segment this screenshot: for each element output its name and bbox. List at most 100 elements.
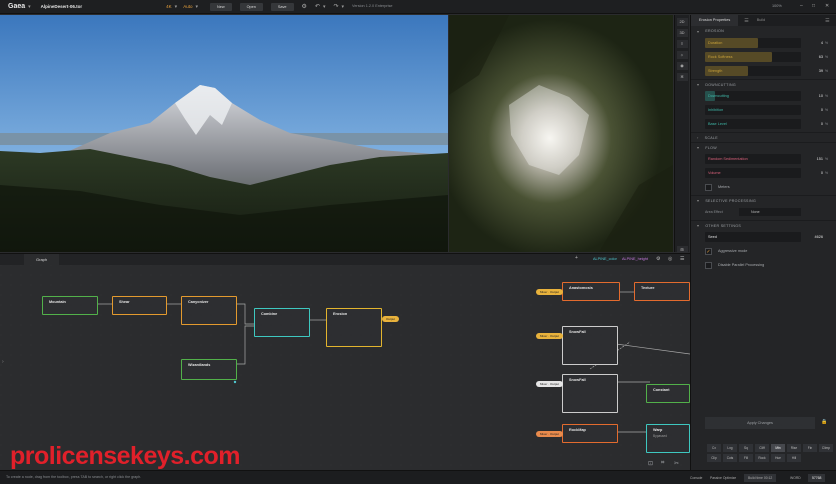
apply-changes-button[interactable]: Apply Changes bbox=[705, 417, 815, 429]
toolbox-button[interactable]: Sq bbox=[739, 444, 753, 452]
chevron-right-icon[interactable]: › bbox=[2, 359, 4, 365]
slider-value[interactable]: 39 bbox=[805, 69, 823, 73]
2d-viewport[interactable] bbox=[449, 15, 673, 252]
toolbox-button[interactable]: Hill bbox=[787, 454, 801, 462]
section-scale[interactable]: › SCALE bbox=[691, 132, 836, 142]
new-button[interactable]: New bbox=[209, 2, 232, 11]
section-erosion[interactable]: ▾ EROSION bbox=[691, 26, 836, 36]
slider-row[interactable]: Random Sedimentation 151% bbox=[705, 153, 831, 165]
slider-row[interactable]: Downcutting 10% bbox=[705, 90, 831, 102]
node-erosion[interactable]: Erosion bbox=[326, 308, 382, 347]
node-snowfall-2[interactable]: SnowFall bbox=[562, 374, 618, 413]
output-tag[interactable]: Mixer · Output bbox=[536, 333, 564, 339]
seed-input[interactable] bbox=[705, 232, 801, 242]
minimize-icon[interactable]: – bbox=[800, 3, 803, 9]
checkbox-row[interactable]: Disable Parallel Processing bbox=[705, 259, 836, 271]
checkbox[interactable] bbox=[705, 261, 712, 269]
auto-select[interactable]: Auto bbox=[183, 4, 192, 9]
node-combine[interactable]: Combine bbox=[254, 308, 310, 337]
meters-checkbox[interactable] bbox=[705, 183, 712, 191]
fit-icon[interactable]: ⊡ bbox=[648, 460, 653, 467]
node-constant[interactable]: Constant bbox=[646, 384, 690, 403]
redo-icon[interactable]: ↷ bbox=[333, 3, 338, 10]
slider-value[interactable]: 0 bbox=[805, 122, 823, 126]
chevron-down-icon[interactable]: ▾ bbox=[28, 4, 31, 10]
zoom-select[interactable]: 100% bbox=[772, 4, 782, 8]
toolbox-button[interactable]: Fin bbox=[803, 444, 817, 452]
area-effect-select[interactable]: None bbox=[739, 208, 801, 216]
toolbox-button[interactable]: Cuts bbox=[723, 454, 737, 462]
checkbox[interactable]: ✓ bbox=[705, 247, 712, 255]
view-3d-button[interactable]: 3D bbox=[676, 29, 688, 37]
node-canyonizer[interactable]: Canyonizer bbox=[181, 296, 237, 325]
toolbox-button[interactable]: Fill bbox=[739, 454, 753, 462]
chevron-down-icon[interactable]: ▾ bbox=[342, 4, 345, 10]
node-graph[interactable]: Graph + ALPINE_color ALPINE_height ⚙ ◎ ☰ bbox=[0, 253, 690, 470]
toolbox-button[interactable]: Climp bbox=[819, 444, 833, 452]
console-button[interactable]: Console bbox=[686, 474, 706, 482]
slider-row[interactable]: Rock Softness 63% bbox=[705, 51, 831, 63]
chevron-down-icon[interactable]: ▾ bbox=[175, 4, 178, 10]
toolbox-button[interactable]: Clip bbox=[707, 454, 721, 462]
slider-row[interactable]: Strength 39% bbox=[705, 65, 831, 77]
output-tag[interactable]: Mixer · Output bbox=[536, 289, 564, 295]
toolbox-button[interactable]: Cliff bbox=[755, 444, 769, 452]
section-other-settings[interactable]: ▾ OTHER SETTINGS bbox=[691, 220, 836, 230]
node-rockmap[interactable]: RockMap bbox=[562, 424, 618, 443]
checkbox-row[interactable]: ✓ Aggressive mode bbox=[705, 245, 836, 257]
seed-field[interactable]: Seed 4626 bbox=[705, 231, 831, 243]
toolbox-button[interactable]: Lxg bbox=[723, 444, 737, 452]
save-button[interactable]: Save bbox=[270, 2, 294, 11]
tab-erosion-properties[interactable]: Erosion Properties bbox=[691, 15, 739, 26]
maximize-icon[interactable]: □ bbox=[812, 3, 815, 9]
app-logo[interactable]: Gaea bbox=[8, 3, 25, 10]
node-mountain[interactable]: Mountain bbox=[42, 296, 98, 315]
slider-value[interactable]: 0 bbox=[805, 171, 823, 175]
section-downcutting[interactable]: ▾ DOWNCUTTING bbox=[691, 79, 836, 89]
node-snowfall-1[interactable]: SnowFall bbox=[562, 326, 618, 365]
layout-icon[interactable]: ⌗ bbox=[661, 460, 664, 467]
toolbox-button[interactable]: Rock bbox=[755, 454, 769, 462]
lock-icon[interactable]: 🔒 bbox=[821, 419, 827, 425]
slider-value[interactable]: 10 bbox=[805, 94, 823, 98]
output-tag[interactable]: Mixer · Output bbox=[536, 381, 564, 387]
slider-row[interactable]: Duration 4% bbox=[705, 37, 831, 49]
tools-icon[interactable]: ✂ bbox=[674, 460, 679, 467]
sun-icon[interactable]: ☼ bbox=[676, 51, 688, 59]
node-wizardlands[interactable]: Wizardlands bbox=[181, 359, 237, 380]
3d-viewport[interactable] bbox=[0, 15, 448, 252]
meters-checkbox-row[interactable]: Meters bbox=[705, 181, 836, 193]
gear-icon[interactable]: ⚙ bbox=[302, 3, 307, 10]
slider-value[interactable]: 0 bbox=[805, 108, 823, 112]
toolbox-button[interactable]: Rise bbox=[787, 444, 801, 452]
toolbox-button[interactable]: Cx bbox=[707, 444, 721, 452]
view-2d-button[interactable]: 2D bbox=[676, 18, 688, 26]
slider-row[interactable]: Inhibition 0% bbox=[705, 104, 831, 116]
menu-icon[interactable]: ☰ bbox=[825, 18, 829, 24]
node-anastomosis[interactable]: Anastomosis bbox=[562, 282, 620, 301]
resolution-select[interactable]: 4K bbox=[166, 4, 172, 9]
node-warp[interactable]: Warp Bypassed bbox=[646, 424, 690, 453]
settings-icon[interactable]: ✲ bbox=[676, 73, 688, 81]
close-icon[interactable]: ✕ bbox=[825, 3, 829, 9]
chevron-down-icon[interactable]: ▾ bbox=[195, 4, 198, 10]
toolbox-button[interactable]: Mtn bbox=[771, 444, 785, 452]
camera-icon[interactable]: ◉ bbox=[676, 62, 688, 70]
undo-icon[interactable]: ↶ bbox=[315, 3, 320, 10]
section-flow[interactable]: ▾ FLOW bbox=[691, 142, 836, 152]
output-tag[interactable]: Mixer · Output bbox=[536, 431, 564, 437]
passive-optimize-button[interactable]: Passive Optimize bbox=[706, 474, 740, 482]
output-tag[interactable]: Output bbox=[382, 316, 400, 322]
chevron-down-icon[interactable]: ▾ bbox=[323, 4, 326, 10]
node-shear[interactable]: Shear bbox=[112, 296, 167, 315]
slider-row[interactable]: Base Level 0% bbox=[705, 118, 831, 130]
slider-row[interactable]: Volume 0% bbox=[705, 167, 831, 179]
slider-value[interactable]: 4 bbox=[805, 41, 823, 45]
open-button[interactable]: Open bbox=[239, 2, 263, 11]
slider-value[interactable]: 151 bbox=[805, 157, 823, 161]
section-selective-processing[interactable]: ▾ SELECTIVE PROCESSING bbox=[691, 195, 836, 205]
slider-value[interactable]: 63 bbox=[805, 55, 823, 59]
toolbox-button[interactable]: Hue bbox=[771, 454, 785, 462]
tab-build[interactable]: Build bbox=[749, 15, 773, 26]
node-texture[interactable]: Texture bbox=[634, 282, 690, 301]
